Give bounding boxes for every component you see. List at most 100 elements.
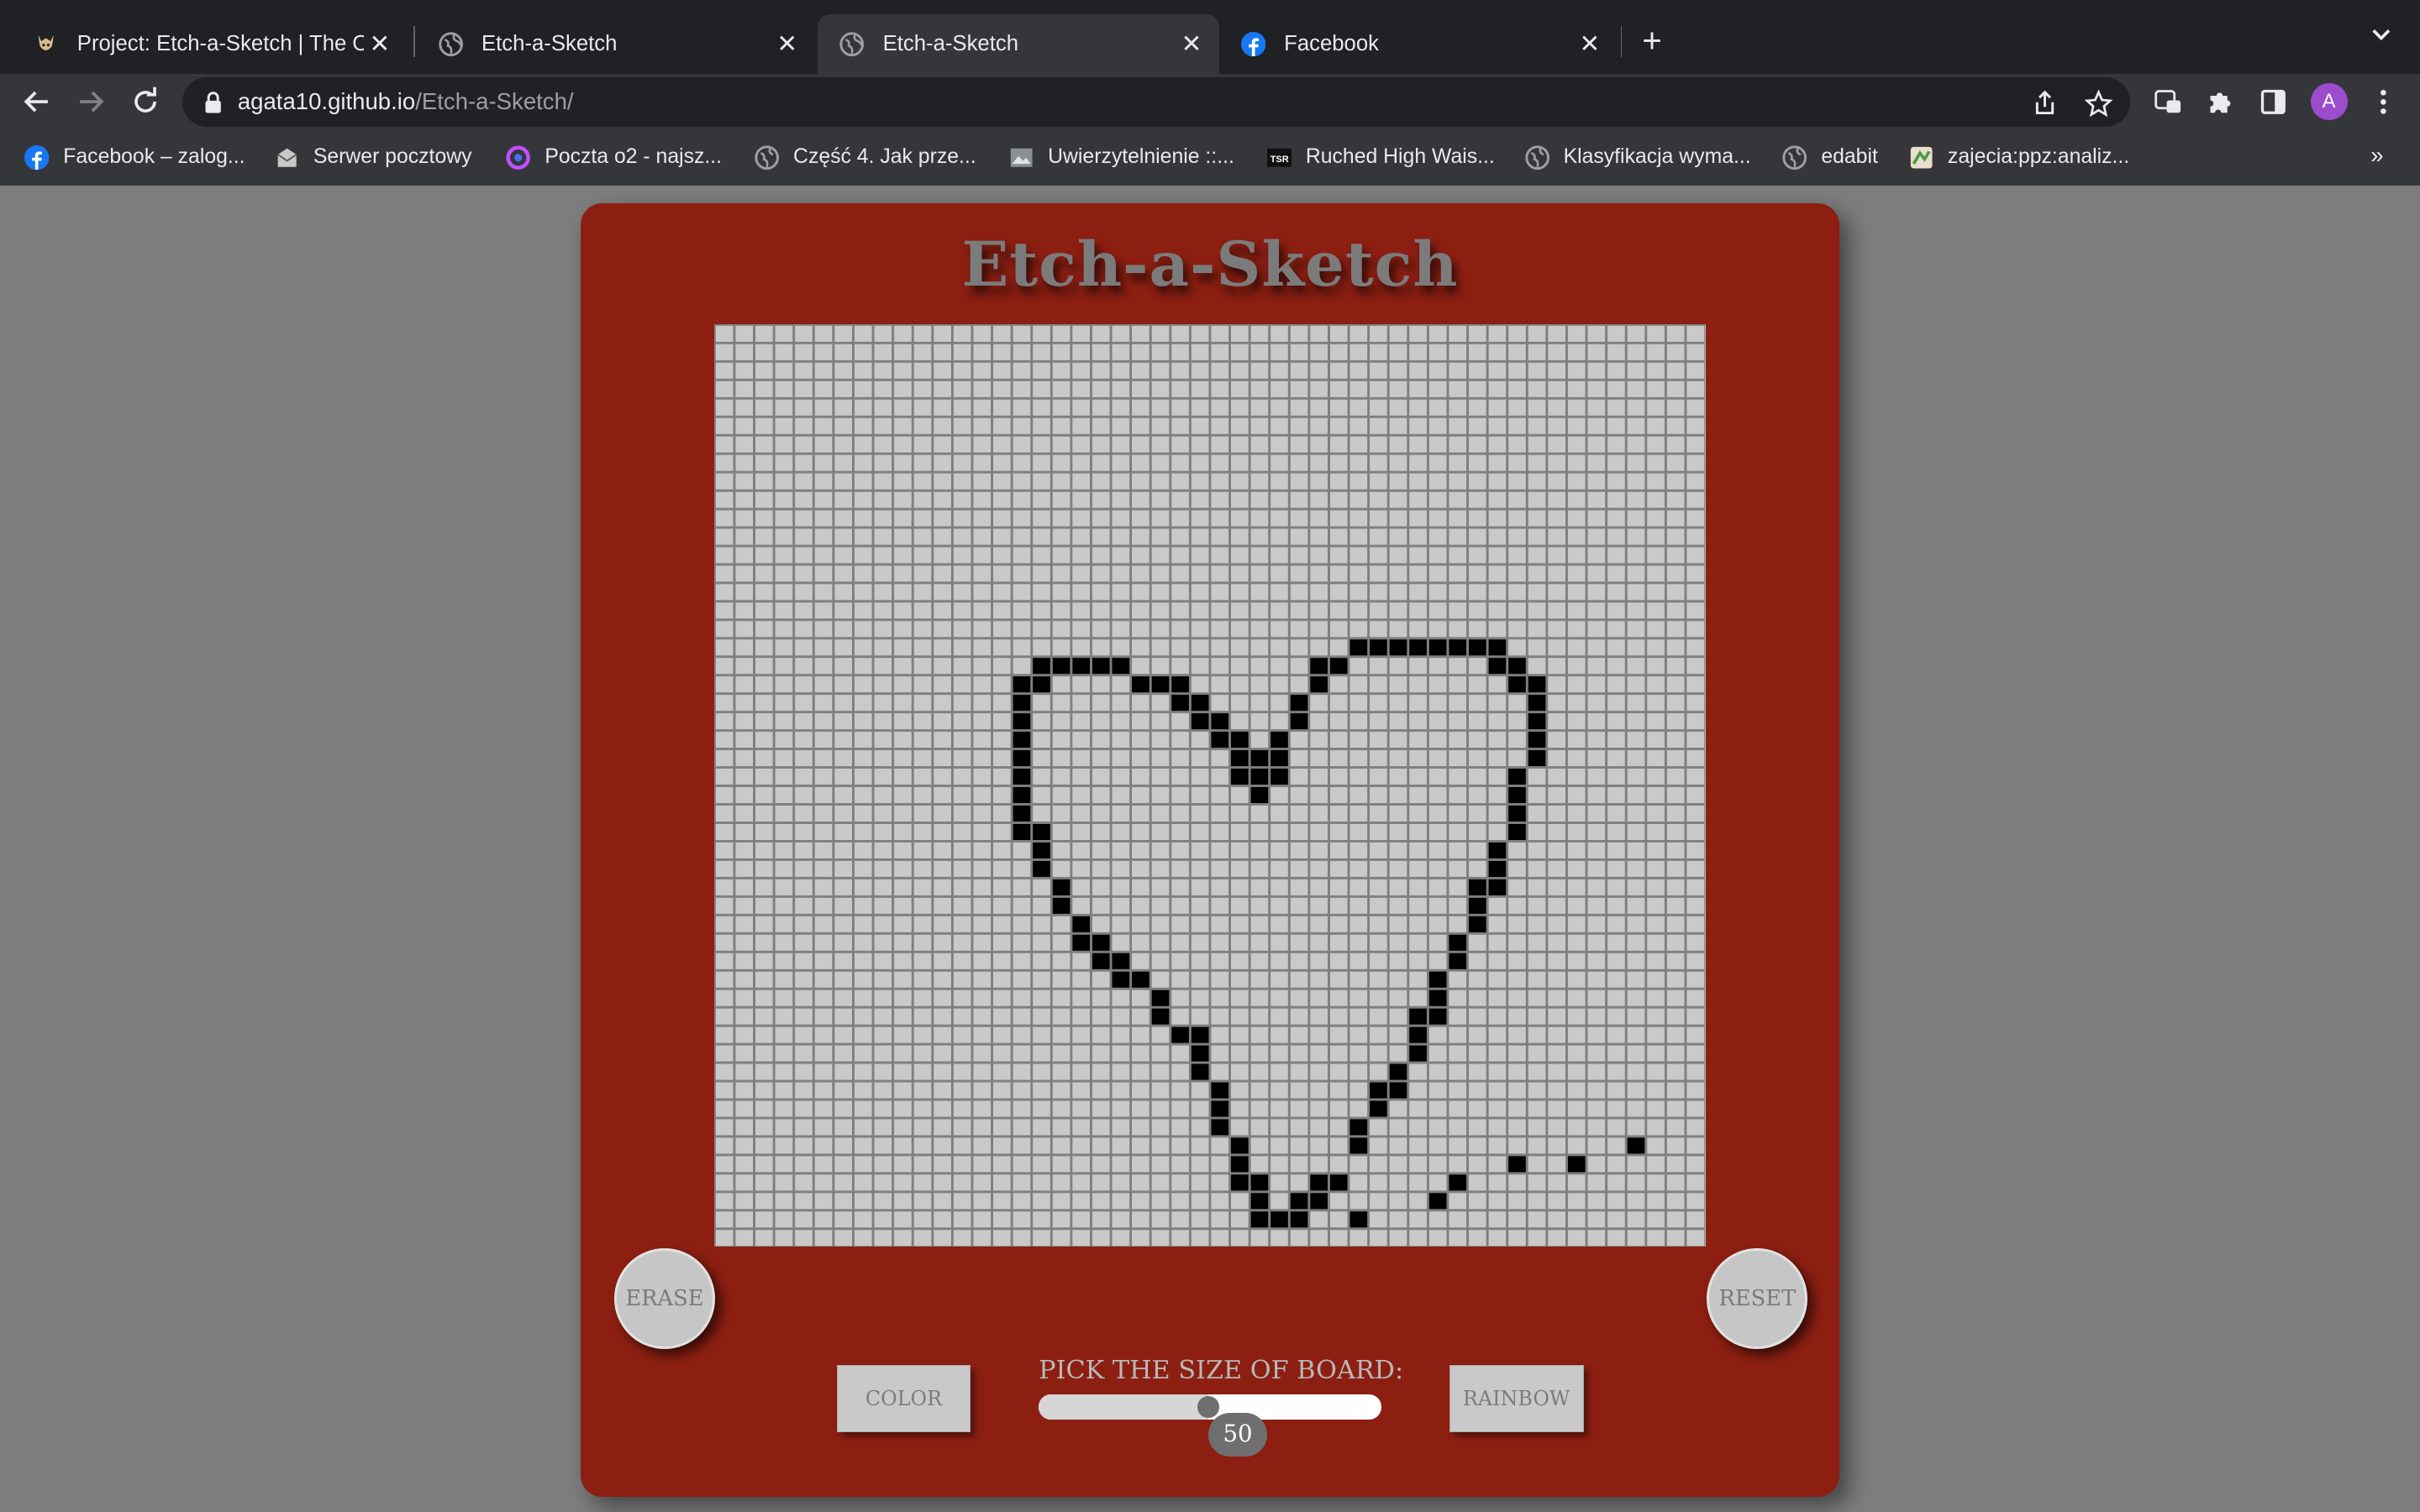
grid-cell[interactable] bbox=[1092, 638, 1110, 655]
grid-cell[interactable] bbox=[1647, 1100, 1665, 1117]
grid-cell[interactable] bbox=[1291, 621, 1308, 638]
grid-cell[interactable] bbox=[1528, 344, 1546, 360]
grid-cell[interactable] bbox=[1171, 325, 1190, 342]
grid-cell[interactable] bbox=[1033, 510, 1051, 527]
grid-cell[interactable] bbox=[973, 823, 992, 840]
grid-cell[interactable] bbox=[1053, 473, 1071, 490]
grid-cell[interactable] bbox=[1568, 712, 1586, 729]
grid-cell[interactable] bbox=[1390, 823, 1407, 840]
grid-cell[interactable] bbox=[1628, 325, 1645, 342]
grid-cell[interactable] bbox=[1488, 1137, 1507, 1154]
grid-cell[interactable] bbox=[1211, 953, 1229, 969]
grid-cell[interactable] bbox=[1528, 510, 1546, 527]
grid-cell-filled[interactable] bbox=[1429, 1192, 1447, 1210]
grid-cell[interactable] bbox=[1211, 823, 1229, 840]
grid-cell[interactable] bbox=[1449, 860, 1467, 877]
grid-cell[interactable] bbox=[1053, 1174, 1071, 1191]
grid-cell[interactable] bbox=[1390, 971, 1407, 988]
grid-cell[interactable] bbox=[934, 990, 952, 1006]
grid-cell[interactable] bbox=[1469, 528, 1487, 545]
grid-cell[interactable] bbox=[735, 953, 754, 969]
grid-cell[interactable] bbox=[1033, 602, 1051, 619]
grid-cell[interactable] bbox=[894, 1174, 913, 1191]
grid-cell[interactable] bbox=[934, 1100, 952, 1117]
grid-cell[interactable] bbox=[775, 344, 793, 360]
grid-cell[interactable] bbox=[855, 1045, 872, 1062]
grid-cell[interactable] bbox=[855, 990, 872, 1006]
grid-cell[interactable] bbox=[795, 621, 813, 638]
grid-cell[interactable] bbox=[1429, 1082, 1447, 1099]
grid-cell[interactable] bbox=[894, 990, 913, 1006]
grid-cell[interactable] bbox=[1370, 712, 1388, 729]
grid-cell[interactable] bbox=[1409, 491, 1428, 508]
grid-cell[interactable] bbox=[1171, 823, 1190, 840]
grid-cell[interactable] bbox=[795, 897, 813, 914]
grid-cell[interactable] bbox=[1568, 1100, 1586, 1117]
grid-cell[interactable] bbox=[1171, 1045, 1190, 1062]
grid-cell[interactable] bbox=[1667, 953, 1685, 969]
grid-cell[interactable] bbox=[1548, 879, 1566, 895]
grid-cell[interactable] bbox=[855, 436, 872, 453]
grid-cell[interactable] bbox=[775, 1174, 793, 1191]
grid-cell[interactable] bbox=[1132, 657, 1150, 674]
grid-cell[interactable] bbox=[1330, 842, 1348, 858]
grid-cell[interactable] bbox=[834, 547, 853, 564]
grid-cell[interactable] bbox=[1053, 621, 1071, 638]
grid-cell[interactable] bbox=[1330, 436, 1348, 453]
grid-cell[interactable] bbox=[1548, 1119, 1566, 1136]
grid-cell[interactable] bbox=[716, 417, 734, 434]
grid-cell[interactable] bbox=[874, 842, 892, 858]
grid-cell[interactable] bbox=[1291, 786, 1308, 803]
grid-cell[interactable] bbox=[1152, 1063, 1170, 1080]
grid-cell[interactable] bbox=[1270, 953, 1289, 969]
grid-cell[interactable] bbox=[1171, 473, 1190, 490]
grid-cell[interactable] bbox=[894, 417, 913, 434]
grid-cell[interactable] bbox=[716, 1026, 734, 1043]
grid-cell[interactable] bbox=[1488, 621, 1507, 638]
grid-cell[interactable] bbox=[1508, 399, 1527, 416]
grid-cell[interactable] bbox=[1072, 584, 1091, 601]
grid-cell[interactable] bbox=[1628, 712, 1645, 729]
grid-cell[interactable] bbox=[775, 694, 793, 711]
grid-cell[interactable] bbox=[914, 823, 932, 840]
grid-cell[interactable] bbox=[894, 1045, 913, 1062]
grid-cell[interactable] bbox=[1390, 916, 1407, 932]
grid-cell[interactable] bbox=[1349, 602, 1368, 619]
grid-cell[interactable] bbox=[1568, 731, 1586, 748]
grid-cell[interactable] bbox=[973, 362, 992, 379]
grid-cell[interactable] bbox=[1390, 1229, 1407, 1246]
grid-cell[interactable] bbox=[1628, 897, 1645, 914]
grid-cell[interactable] bbox=[755, 860, 774, 877]
grid-cell[interactable] bbox=[1528, 491, 1546, 508]
grid-cell[interactable] bbox=[914, 454, 932, 471]
grid-cell[interactable] bbox=[1429, 1174, 1447, 1191]
grid-cell[interactable] bbox=[934, 510, 952, 527]
grid-cell[interactable] bbox=[1310, 565, 1328, 582]
grid-cell[interactable] bbox=[1152, 1156, 1170, 1173]
grid-cell[interactable] bbox=[993, 1063, 1012, 1080]
grid-cell[interactable] bbox=[1072, 823, 1091, 840]
grid-cell[interactable] bbox=[775, 1119, 793, 1136]
grid-cell[interactable] bbox=[1528, 768, 1546, 785]
grid-cell[interactable] bbox=[1686, 1192, 1705, 1210]
grid-cell[interactable] bbox=[1469, 749, 1487, 766]
grid-cell[interactable] bbox=[1647, 621, 1665, 638]
grid-cell[interactable] bbox=[973, 1082, 992, 1099]
grid-cell[interactable] bbox=[1469, 399, 1487, 416]
grid-cell[interactable] bbox=[1686, 362, 1705, 379]
grid-cell[interactable] bbox=[914, 1100, 932, 1117]
grid-cell[interactable] bbox=[993, 860, 1012, 877]
grid-cell-filled[interactable] bbox=[1231, 731, 1249, 748]
grid-cell[interactable] bbox=[1310, 1026, 1328, 1043]
grid-cell[interactable] bbox=[1171, 1174, 1190, 1191]
grid-cell[interactable] bbox=[1152, 1119, 1170, 1136]
grid-cell[interactable] bbox=[1548, 1210, 1566, 1227]
grid-cell[interactable] bbox=[1152, 971, 1170, 988]
grid-cell[interactable] bbox=[1072, 953, 1091, 969]
grid-cell[interactable] bbox=[1349, 454, 1368, 471]
grid-cell[interactable] bbox=[1053, 823, 1071, 840]
grid-cell[interactable] bbox=[1033, 749, 1051, 766]
grid-cell[interactable] bbox=[1270, 1174, 1289, 1191]
grid-cell[interactable] bbox=[775, 584, 793, 601]
grid-cell[interactable] bbox=[1508, 1045, 1527, 1062]
